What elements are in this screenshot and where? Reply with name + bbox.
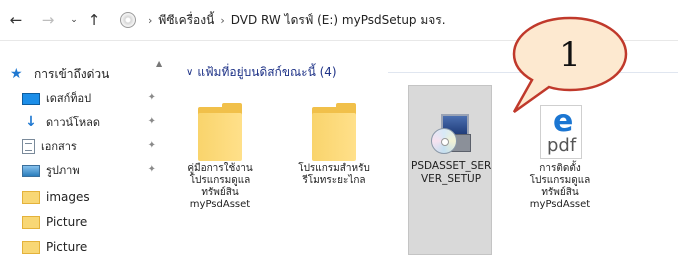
breadcrumb-separator-icon[interactable]: › xyxy=(148,14,152,27)
pin-icon: ✦ xyxy=(147,164,156,175)
sidebar-item-label: เอกสาร xyxy=(41,140,77,153)
breadcrumb-item-this-pc[interactable]: พีซีเครื่องนี้ xyxy=(158,11,214,30)
file-tile-psdasset-server-setup[interactable]: PSDASSET_SER VER_SETUP xyxy=(408,85,492,255)
folder-icon xyxy=(22,190,40,204)
sidebar-item-pictures[interactable]: รูปภาพ ✦ xyxy=(22,159,156,181)
up-arrow-icon[interactable]: ↑ xyxy=(84,10,104,30)
sidebar-item-label: ดาวน์โหลด xyxy=(46,116,101,129)
sidebar-item-documents[interactable]: เอกสาร ✦ xyxy=(22,135,156,157)
breadcrumb-item-dvd-drive[interactable]: DVD RW ไดรฟ์ (E:) myPsdSetup มจร. xyxy=(231,11,446,30)
sidebar-item-images[interactable]: images xyxy=(22,186,156,208)
download-icon: ↓ xyxy=(25,114,37,130)
sidebar-item-downloads[interactable]: ↓ ดาวน์โหลด ✦ xyxy=(22,111,156,133)
document-icon xyxy=(22,138,35,154)
sidebar-item-picture[interactable]: Picture xyxy=(22,211,156,233)
pin-icon: ✦ xyxy=(147,116,156,127)
forward-arrow-icon[interactable]: → xyxy=(38,10,58,30)
file-tile-remote-program-folder[interactable]: โปรแกรมสำหรับ รีโมทระยะไกล xyxy=(292,85,376,255)
folder-icon xyxy=(22,240,40,254)
callout-label: 1 xyxy=(559,35,581,75)
sidebar-item-quick-access[interactable]: ★ การเข้าถึงด่วน xyxy=(10,63,144,85)
star-icon: ★ xyxy=(10,66,23,82)
group-header-label: แฟ้มที่อยู่บนดิสก์ขณะนี้ (4) xyxy=(197,65,337,79)
file-name: คู่มือการใช้งาน โปรแกรมดูแล ทรัพย์สิน my… xyxy=(187,163,253,210)
sidebar-item-label: รูปภาพ xyxy=(46,164,80,177)
sidebar-item-label: เดสก์ท็อป xyxy=(46,92,92,105)
sidebar-item-label: Picture xyxy=(46,240,88,254)
navigation-pane: ▲ ★ การเข้าถึงด่วน เดสก์ท็อป ✦ ↓ ดาวน์โห… xyxy=(0,41,166,266)
sidebar-scrollbar[interactable]: ▲ xyxy=(156,59,166,266)
chevron-down-icon[interactable]: ∨ xyxy=(186,67,193,78)
chevron-down-icon[interactable]: ⌄ xyxy=(64,10,84,30)
desktop-icon xyxy=(22,92,40,105)
sidebar-item-label: การเข้าถึงด่วน xyxy=(34,66,110,81)
folder-icon xyxy=(192,103,248,161)
dvd-drive-icon xyxy=(120,12,136,28)
folder-icon xyxy=(306,103,362,161)
sidebar-item-label: Picture xyxy=(46,215,88,229)
pin-icon: ✦ xyxy=(147,92,156,103)
pictures-icon xyxy=(22,164,40,177)
file-name: โปรแกรมสำหรับ รีโมทระยะไกล xyxy=(298,163,370,186)
file-tile-user-manual-folder[interactable]: คู่มือการใช้งาน โปรแกรมดูแล ทรัพย์สิน my… xyxy=(178,85,262,255)
breadcrumb-separator-icon[interactable]: › xyxy=(220,14,224,27)
folder-icon xyxy=(22,215,40,229)
file-name: การติดตั้ง โปรแกรมดูแล ทรัพย์สิน myPsdAs… xyxy=(529,163,591,210)
sidebar-item-desktop[interactable]: เดสก์ท็อป ✦ xyxy=(22,87,156,109)
file-name: PSDASSET_SER VER_SETUP xyxy=(411,160,492,185)
sidebar-item-label: images xyxy=(46,190,90,204)
group-header[interactable]: ∨ แฟ้มที่อยู่บนดิสก์ขณะนี้ (4) xyxy=(186,63,337,82)
setup-installer-icon xyxy=(423,104,479,162)
scroll-up-icon[interactable]: ▲ xyxy=(156,59,162,68)
pin-icon: ✦ xyxy=(147,140,156,151)
back-arrow-icon[interactable]: ← xyxy=(6,10,26,30)
callout-bubble: 1 xyxy=(512,16,628,114)
sidebar-item-picture[interactable]: Picture xyxy=(22,236,156,258)
